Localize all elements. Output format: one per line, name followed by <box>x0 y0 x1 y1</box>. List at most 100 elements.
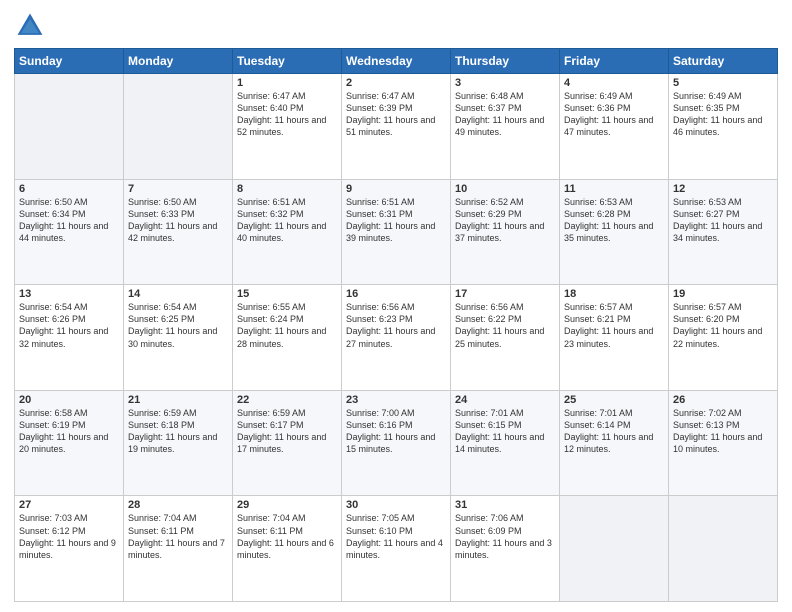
logo-icon <box>14 10 46 42</box>
cell-content: Sunrise: 7:01 AM Sunset: 6:15 PM Dayligh… <box>455 407 555 456</box>
week-row-1: 1Sunrise: 6:47 AM Sunset: 6:40 PM Daylig… <box>15 74 778 180</box>
cell-content: Sunrise: 7:02 AM Sunset: 6:13 PM Dayligh… <box>673 407 773 456</box>
cell-content: Sunrise: 6:47 AM Sunset: 6:40 PM Dayligh… <box>237 90 337 139</box>
day-number: 31 <box>455 499 555 511</box>
calendar-cell <box>15 74 124 180</box>
day-number: 23 <box>346 394 446 406</box>
calendar-cell: 6Sunrise: 6:50 AM Sunset: 6:34 PM Daylig… <box>15 179 124 285</box>
cell-content: Sunrise: 6:51 AM Sunset: 6:32 PM Dayligh… <box>237 196 337 245</box>
calendar-cell: 7Sunrise: 6:50 AM Sunset: 6:33 PM Daylig… <box>124 179 233 285</box>
week-row-2: 6Sunrise: 6:50 AM Sunset: 6:34 PM Daylig… <box>15 179 778 285</box>
calendar-cell: 16Sunrise: 6:56 AM Sunset: 6:23 PM Dayli… <box>342 285 451 391</box>
day-number: 17 <box>455 288 555 300</box>
cell-content: Sunrise: 6:58 AM Sunset: 6:19 PM Dayligh… <box>19 407 119 456</box>
calendar-cell: 11Sunrise: 6:53 AM Sunset: 6:28 PM Dayli… <box>560 179 669 285</box>
cell-content: Sunrise: 7:06 AM Sunset: 6:09 PM Dayligh… <box>455 512 555 561</box>
day-number: 5 <box>673 77 773 89</box>
cell-content: Sunrise: 7:03 AM Sunset: 6:12 PM Dayligh… <box>19 512 119 561</box>
calendar-cell: 12Sunrise: 6:53 AM Sunset: 6:27 PM Dayli… <box>669 179 778 285</box>
day-number: 11 <box>564 183 664 195</box>
cell-content: Sunrise: 7:00 AM Sunset: 6:16 PM Dayligh… <box>346 407 446 456</box>
day-number: 10 <box>455 183 555 195</box>
day-number: 24 <box>455 394 555 406</box>
day-number: 7 <box>128 183 228 195</box>
page: SundayMondayTuesdayWednesdayThursdayFrid… <box>0 0 792 612</box>
cell-content: Sunrise: 6:53 AM Sunset: 6:28 PM Dayligh… <box>564 196 664 245</box>
day-number: 6 <box>19 183 119 195</box>
calendar-cell: 24Sunrise: 7:01 AM Sunset: 6:15 PM Dayli… <box>451 390 560 496</box>
day-number: 1 <box>237 77 337 89</box>
cell-content: Sunrise: 6:55 AM Sunset: 6:24 PM Dayligh… <box>237 301 337 350</box>
day-number: 9 <box>346 183 446 195</box>
calendar-cell: 28Sunrise: 7:04 AM Sunset: 6:11 PM Dayli… <box>124 496 233 602</box>
day-number: 29 <box>237 499 337 511</box>
day-number: 27 <box>19 499 119 511</box>
calendar-cell <box>124 74 233 180</box>
calendar-cell: 17Sunrise: 6:56 AM Sunset: 6:22 PM Dayli… <box>451 285 560 391</box>
cell-content: Sunrise: 6:54 AM Sunset: 6:25 PM Dayligh… <box>128 301 228 350</box>
cell-content: Sunrise: 6:56 AM Sunset: 6:22 PM Dayligh… <box>455 301 555 350</box>
week-row-5: 27Sunrise: 7:03 AM Sunset: 6:12 PM Dayli… <box>15 496 778 602</box>
day-number: 12 <box>673 183 773 195</box>
day-number: 15 <box>237 288 337 300</box>
cell-content: Sunrise: 6:51 AM Sunset: 6:31 PM Dayligh… <box>346 196 446 245</box>
header <box>14 10 778 42</box>
logo <box>14 10 50 42</box>
calendar-cell: 13Sunrise: 6:54 AM Sunset: 6:26 PM Dayli… <box>15 285 124 391</box>
cell-content: Sunrise: 6:59 AM Sunset: 6:17 PM Dayligh… <box>237 407 337 456</box>
day-number: 16 <box>346 288 446 300</box>
day-number: 13 <box>19 288 119 300</box>
calendar-cell: 15Sunrise: 6:55 AM Sunset: 6:24 PM Dayli… <box>233 285 342 391</box>
day-number: 3 <box>455 77 555 89</box>
weekday-tuesday: Tuesday <box>233 49 342 74</box>
calendar-cell: 26Sunrise: 7:02 AM Sunset: 6:13 PM Dayli… <box>669 390 778 496</box>
calendar-cell: 2Sunrise: 6:47 AM Sunset: 6:39 PM Daylig… <box>342 74 451 180</box>
cell-content: Sunrise: 6:48 AM Sunset: 6:37 PM Dayligh… <box>455 90 555 139</box>
calendar-cell: 31Sunrise: 7:06 AM Sunset: 6:09 PM Dayli… <box>451 496 560 602</box>
cell-content: Sunrise: 6:57 AM Sunset: 6:20 PM Dayligh… <box>673 301 773 350</box>
day-number: 25 <box>564 394 664 406</box>
weekday-header-row: SundayMondayTuesdayWednesdayThursdayFrid… <box>15 49 778 74</box>
calendar-cell: 20Sunrise: 6:58 AM Sunset: 6:19 PM Dayli… <box>15 390 124 496</box>
cell-content: Sunrise: 6:49 AM Sunset: 6:36 PM Dayligh… <box>564 90 664 139</box>
cell-content: Sunrise: 7:05 AM Sunset: 6:10 PM Dayligh… <box>346 512 446 561</box>
calendar-cell: 3Sunrise: 6:48 AM Sunset: 6:37 PM Daylig… <box>451 74 560 180</box>
cell-content: Sunrise: 6:54 AM Sunset: 6:26 PM Dayligh… <box>19 301 119 350</box>
calendar-cell: 14Sunrise: 6:54 AM Sunset: 6:25 PM Dayli… <box>124 285 233 391</box>
cell-content: Sunrise: 7:01 AM Sunset: 6:14 PM Dayligh… <box>564 407 664 456</box>
calendar-cell <box>560 496 669 602</box>
calendar-cell: 22Sunrise: 6:59 AM Sunset: 6:17 PM Dayli… <box>233 390 342 496</box>
week-row-4: 20Sunrise: 6:58 AM Sunset: 6:19 PM Dayli… <box>15 390 778 496</box>
weekday-sunday: Sunday <box>15 49 124 74</box>
day-number: 8 <box>237 183 337 195</box>
cell-content: Sunrise: 6:59 AM Sunset: 6:18 PM Dayligh… <box>128 407 228 456</box>
calendar-cell: 5Sunrise: 6:49 AM Sunset: 6:35 PM Daylig… <box>669 74 778 180</box>
day-number: 20 <box>19 394 119 406</box>
week-row-3: 13Sunrise: 6:54 AM Sunset: 6:26 PM Dayli… <box>15 285 778 391</box>
cell-content: Sunrise: 6:56 AM Sunset: 6:23 PM Dayligh… <box>346 301 446 350</box>
calendar-cell: 18Sunrise: 6:57 AM Sunset: 6:21 PM Dayli… <box>560 285 669 391</box>
calendar-cell <box>669 496 778 602</box>
calendar-cell: 1Sunrise: 6:47 AM Sunset: 6:40 PM Daylig… <box>233 74 342 180</box>
cell-content: Sunrise: 6:47 AM Sunset: 6:39 PM Dayligh… <box>346 90 446 139</box>
cell-content: Sunrise: 7:04 AM Sunset: 6:11 PM Dayligh… <box>237 512 337 561</box>
day-number: 28 <box>128 499 228 511</box>
cell-content: Sunrise: 6:50 AM Sunset: 6:33 PM Dayligh… <box>128 196 228 245</box>
calendar-cell: 25Sunrise: 7:01 AM Sunset: 6:14 PM Dayli… <box>560 390 669 496</box>
calendar-cell: 9Sunrise: 6:51 AM Sunset: 6:31 PM Daylig… <box>342 179 451 285</box>
cell-content: Sunrise: 7:04 AM Sunset: 6:11 PM Dayligh… <box>128 512 228 561</box>
day-number: 14 <box>128 288 228 300</box>
calendar-cell: 19Sunrise: 6:57 AM Sunset: 6:20 PM Dayli… <box>669 285 778 391</box>
day-number: 30 <box>346 499 446 511</box>
weekday-thursday: Thursday <box>451 49 560 74</box>
weekday-friday: Friday <box>560 49 669 74</box>
day-number: 21 <box>128 394 228 406</box>
day-number: 26 <box>673 394 773 406</box>
weekday-wednesday: Wednesday <box>342 49 451 74</box>
calendar-cell: 21Sunrise: 6:59 AM Sunset: 6:18 PM Dayli… <box>124 390 233 496</box>
calendar-cell: 27Sunrise: 7:03 AM Sunset: 6:12 PM Dayli… <box>15 496 124 602</box>
calendar-table: SundayMondayTuesdayWednesdayThursdayFrid… <box>14 48 778 602</box>
day-number: 18 <box>564 288 664 300</box>
day-number: 2 <box>346 77 446 89</box>
cell-content: Sunrise: 6:50 AM Sunset: 6:34 PM Dayligh… <box>19 196 119 245</box>
